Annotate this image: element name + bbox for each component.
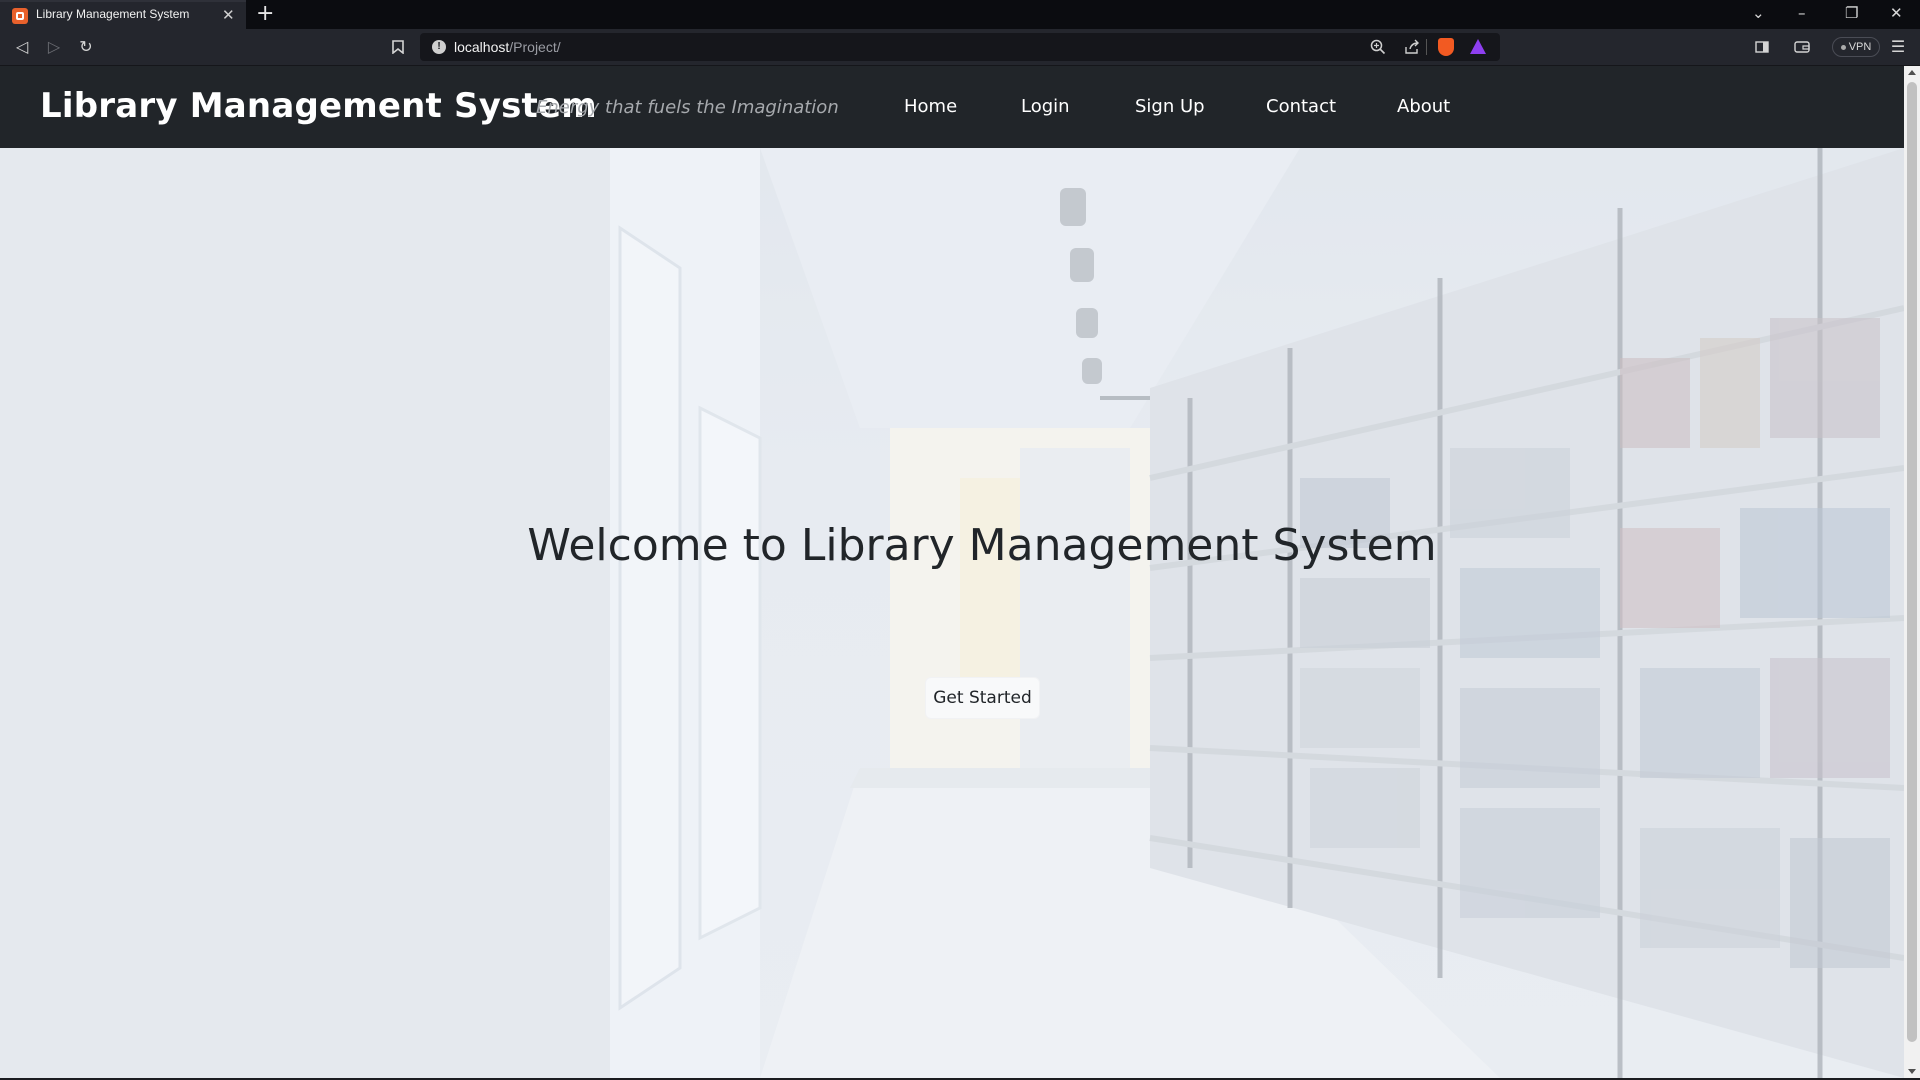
page-scrollbar[interactable]: [1904, 66, 1920, 1078]
address-bar[interactable]: ! localhost/Project/: [420, 33, 1500, 61]
scroll-down-icon[interactable]: [1908, 1069, 1916, 1074]
brave-shield-icon[interactable]: [1438, 38, 1454, 56]
reload-icon[interactable]: ↻: [74, 35, 98, 59]
new-tab-button[interactable]: +: [256, 2, 274, 26]
minimize-icon[interactable]: –: [1798, 3, 1806, 23]
toolbar-divider: [1426, 39, 1427, 55]
vpn-button[interactable]: VPN: [1832, 37, 1880, 57]
site-navbar: Library Management System Energy that fu…: [0, 66, 1904, 148]
nav-link-about[interactable]: About: [1397, 96, 1450, 117]
site-info-icon[interactable]: !: [432, 40, 446, 54]
browser-tab-strip: Library Management System ✕ + ⌄ – ❐ ✕: [0, 0, 1920, 29]
back-icon[interactable]: ◁: [10, 35, 34, 59]
hero-title: Welcome to Library Management System: [527, 520, 1437, 571]
bookmark-icon[interactable]: [386, 35, 410, 59]
scroll-thumb[interactable]: [1907, 82, 1917, 1042]
nav-link-home[interactable]: Home: [904, 96, 957, 117]
xampp-favicon-icon: [12, 8, 28, 24]
nav-link-contact[interactable]: Contact: [1266, 96, 1336, 117]
url-text[interactable]: localhost/Project/: [454, 39, 561, 55]
page-viewport: Library Management System Energy that fu…: [0, 66, 1904, 1078]
url-path: /Project/: [509, 39, 561, 55]
restore-icon[interactable]: ❐: [1845, 3, 1858, 23]
browser-tab[interactable]: Library Management System ✕: [0, 0, 246, 29]
tab-search-chevron-icon[interactable]: ⌄: [1752, 3, 1765, 23]
library-background-image: [0, 148, 1904, 1078]
close-window-icon[interactable]: ✕: [1890, 3, 1903, 23]
close-tab-icon[interactable]: ✕: [222, 6, 235, 24]
get-started-button[interactable]: Get Started: [925, 677, 1040, 719]
url-host: localhost: [454, 39, 510, 55]
scroll-up-icon[interactable]: [1908, 70, 1916, 75]
nav-link-login[interactable]: Login: [1021, 96, 1070, 117]
nav-link-sign-up[interactable]: Sign Up: [1135, 96, 1205, 117]
zoom-icon[interactable]: [1370, 39, 1386, 59]
tab-title: Library Management System: [36, 7, 190, 21]
nav-links: Home Login Sign Up Contact About: [0, 96, 1904, 126]
browser-toolbar: ◁ ▷ ↻ ! localhost/Project/ VPN ☰: [0, 29, 1920, 66]
menu-icon[interactable]: ☰: [1886, 35, 1910, 59]
hero-section: Welcome to Library Management System Get…: [0, 148, 1904, 1078]
share-icon[interactable]: [1404, 39, 1420, 59]
forward-icon[interactable]: ▷: [42, 35, 66, 59]
wallet-icon[interactable]: [1790, 35, 1814, 59]
vpn-label: VPN: [1848, 41, 1872, 53]
brave-rewards-icon[interactable]: [1470, 39, 1486, 54]
sidebar-icon[interactable]: [1750, 35, 1774, 59]
